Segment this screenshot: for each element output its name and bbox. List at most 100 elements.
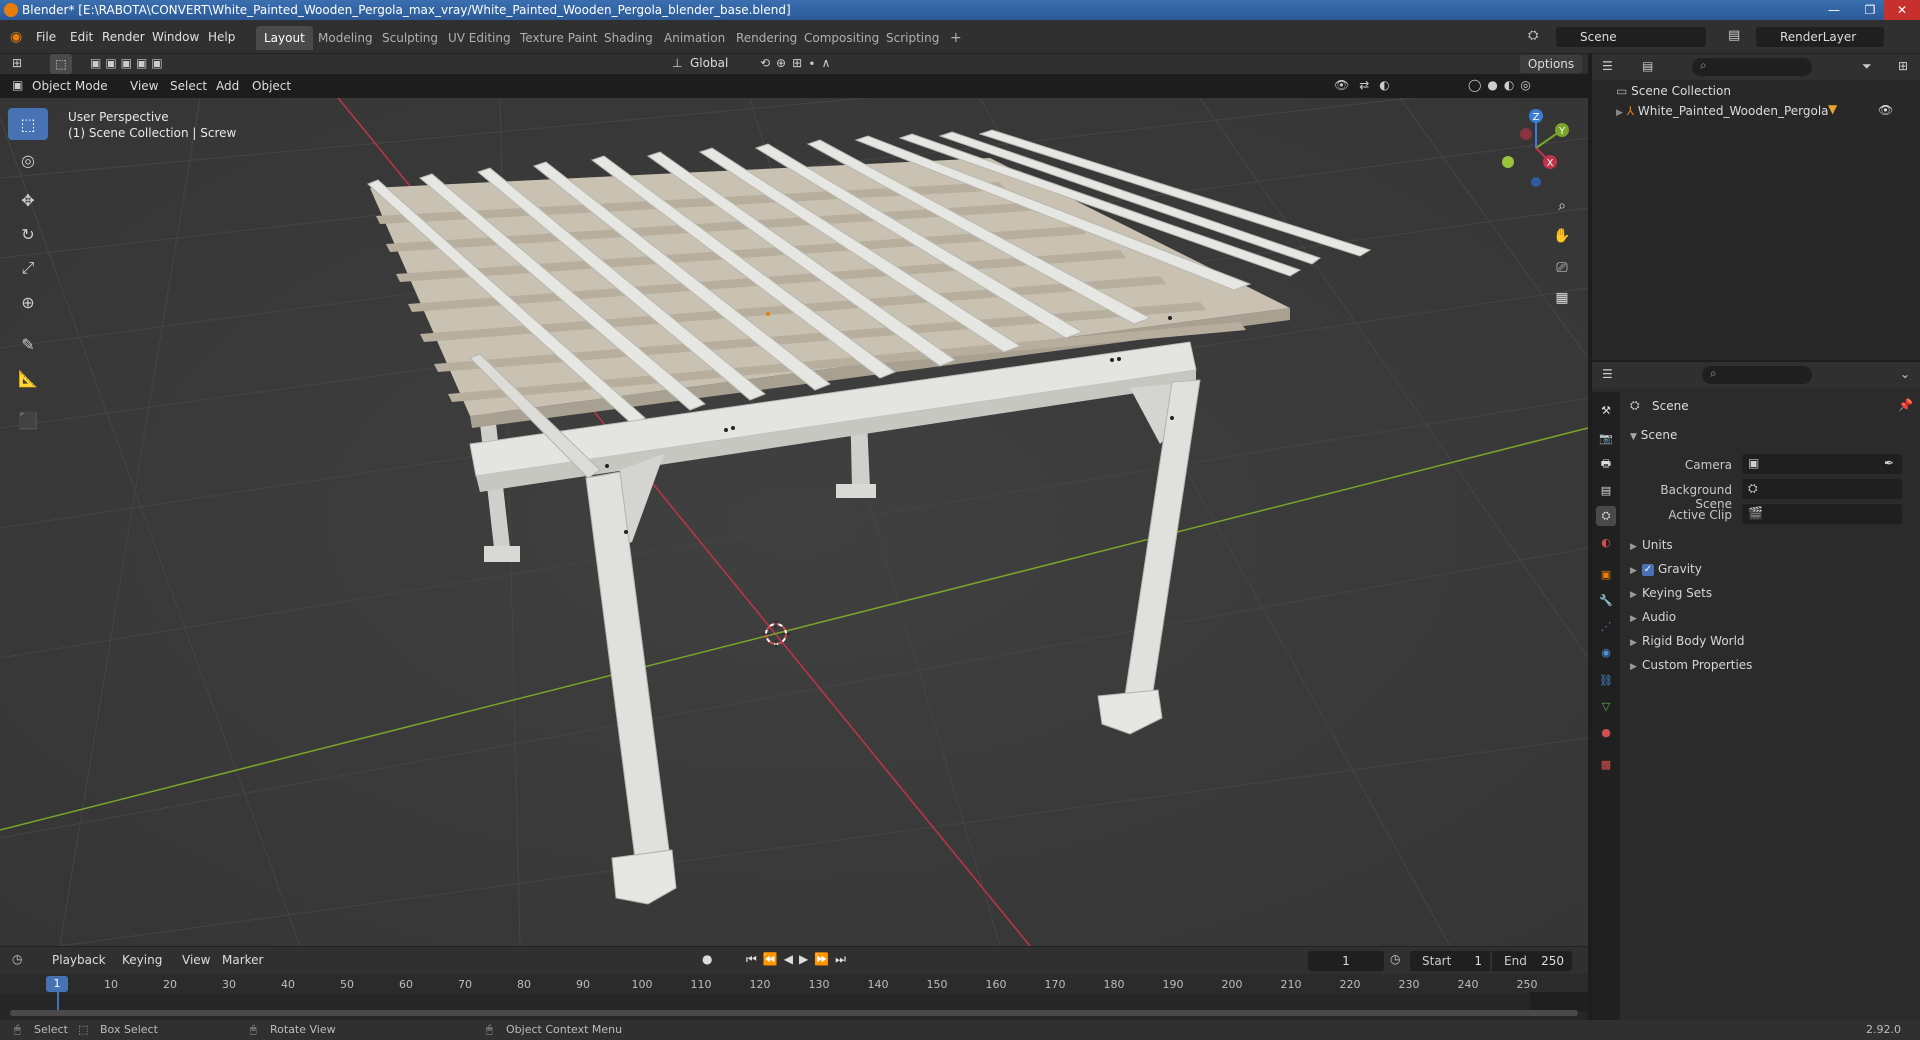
3d-viewport[interactable]: User Perspective (1) Scene Collection | … [0, 98, 1588, 946]
current-frame-marker[interactable]: 1 [46, 976, 68, 992]
modifier-tab-icon[interactable]: 🔧 [1596, 590, 1616, 610]
outliner-item-pergola[interactable]: ▶ ⅄ White_Painted_Wooden_Pergola ▼ 👁 [1616, 102, 1916, 118]
menu-render[interactable]: Render [102, 28, 145, 46]
close-button[interactable]: ✕ [1884, 0, 1920, 20]
menu-help[interactable]: Help [208, 28, 235, 46]
view-layer-tab-icon[interactable]: ▤ [1596, 480, 1616, 500]
background-scene-field[interactable] [1742, 479, 1902, 499]
tool-tab-icon[interactable]: ⚒ [1596, 400, 1616, 420]
menu-keying[interactable]: Keying [122, 953, 162, 967]
current-frame-field[interactable]: 1 [1308, 951, 1384, 971]
move-tool-icon[interactable]: ✥ [8, 184, 48, 216]
measure-tool-icon[interactable]: 📐 [8, 362, 48, 394]
expand-triangle-icon[interactable]: ▶ [1616, 108, 1623, 118]
overlay-icons[interactable]: 👁⇄◐ [1334, 78, 1400, 92]
menu-playback[interactable]: Playback [52, 953, 106, 967]
menu-edit[interactable]: Edit [70, 28, 93, 46]
object-tab-icon[interactable]: ▣ [1596, 564, 1616, 584]
scale-tool-icon[interactable]: ⤢ [8, 252, 48, 284]
camera-view-icon[interactable]: ⎚ [1548, 254, 1576, 282]
blender-menu-icon[interactable]: ◉ [10, 28, 22, 46]
selection-mode-icons[interactable]: ▣▣▣▣▣ [90, 56, 167, 70]
zoom-icon[interactable]: ⌕ [1548, 192, 1576, 220]
tab-texture-paint[interactable]: Texture Paint [512, 26, 605, 50]
pan-hand-icon[interactable]: ✋ [1548, 222, 1576, 250]
maximize-button[interactable]: ❐ [1852, 0, 1888, 20]
tab-layout[interactable]: Layout [256, 26, 313, 50]
tab-compositing[interactable]: Compositing [796, 26, 887, 50]
scene-icon[interactable]: ⛭ [1528, 28, 1538, 43]
mode-dropdown[interactable]: Object Mode [32, 79, 108, 93]
record-icon[interactable]: ● [702, 952, 712, 966]
active-clip-field[interactable] [1742, 504, 1902, 524]
panel-units[interactable]: ▶ Units [1630, 538, 1673, 552]
tab-shading[interactable]: Shading [596, 26, 661, 50]
scene-section-header[interactable]: ▼ Scene [1630, 428, 1677, 442]
panel-custom-properties[interactable]: ▶ Custom Properties [1630, 658, 1752, 672]
outliner-search-input[interactable]: ⌕ [1692, 58, 1812, 76]
tab-modeling[interactable]: Modeling [310, 26, 381, 50]
menu-view[interactable]: View [130, 79, 158, 93]
menu-add[interactable]: Add [216, 79, 239, 93]
display-mode-icon[interactable]: ▤ [1642, 59, 1653, 73]
output-tab-icon[interactable]: 🖶 [1596, 454, 1616, 474]
shading-mode-icons[interactable]: ◯●◐◎ [1468, 78, 1537, 92]
gravity-checkbox[interactable]: ✓ [1642, 563, 1654, 576]
rotate-tool-icon[interactable]: ↻ [8, 218, 48, 250]
properties-editor-icon[interactable]: ☰ [1602, 367, 1613, 381]
tab-animation[interactable]: Animation [656, 26, 733, 50]
texture-tab-icon[interactable]: ▩ [1596, 754, 1616, 774]
add-workspace-button[interactable]: + [942, 26, 970, 50]
options-dropdown[interactable]: Options [1520, 55, 1582, 73]
menu-timeline-view[interactable]: View [182, 953, 210, 967]
outliner-scene-collection[interactable]: ▭ Scene Collection [1616, 84, 1731, 98]
minimize-button[interactable]: — [1816, 0, 1852, 20]
renderlayer-selector[interactable]: RenderLayer [1756, 27, 1884, 47]
visibility-eye-icon[interactable]: 👁 [1878, 103, 1893, 117]
panel-keying-sets[interactable]: ▶ Keying Sets [1630, 586, 1712, 600]
start-frame-field[interactable]: Start 1 [1410, 951, 1490, 971]
scene-tab-icon[interactable]: ⛭ [1596, 506, 1616, 526]
end-frame-field[interactable]: End 250 [1492, 951, 1572, 971]
menu-file[interactable]: File [36, 28, 56, 46]
panel-audio[interactable]: ▶ Audio [1630, 610, 1676, 624]
menu-marker[interactable]: Marker [222, 953, 263, 967]
modifier-icon[interactable]: ▼ [1828, 102, 1837, 116]
view-layer-icon[interactable]: ▤ [1728, 28, 1740, 43]
data-tab-icon[interactable]: ▽ [1596, 696, 1616, 716]
new-collection-icon[interactable]: ⊞ [1898, 59, 1908, 73]
menu-select[interactable]: Select [170, 79, 207, 93]
transform-tool-icon[interactable]: ⊕ [8, 286, 48, 318]
panel-gravity[interactable]: ▶ ✓ Gravity [1630, 562, 1702, 576]
tab-uv-editing[interactable]: UV Editing [440, 26, 519, 50]
filter-icon[interactable]: ⏷ [1862, 59, 1872, 74]
properties-options-icon[interactable]: ⌄ [1900, 367, 1910, 381]
timeline-area[interactable]: 1 10 20 30 40 50 60 70 80 90 100 110 120… [0, 974, 1588, 1020]
scene-selector[interactable]: Scene [1556, 27, 1706, 47]
tab-rendering[interactable]: Rendering [728, 26, 805, 50]
menu-window[interactable]: Window [152, 28, 199, 46]
tab-sculpting[interactable]: Sculpting [374, 26, 446, 50]
particles-tab-icon[interactable]: ⋰ [1596, 616, 1616, 636]
menu-object[interactable]: Object [252, 79, 291, 93]
cursor-tool-icon[interactable]: ◎ [8, 144, 48, 176]
tab-scripting[interactable]: Scripting [878, 26, 947, 50]
constraints-tab-icon[interactable]: ⛓ [1596, 670, 1616, 690]
orientation-dropdown[interactable]: Global [690, 56, 728, 70]
pin-icon[interactable]: 📌 [1898, 398, 1913, 412]
frame-ruler[interactable]: 1 10 20 30 40 50 60 70 80 90 100 110 120… [0, 974, 1588, 994]
snap-pivot-icons[interactable]: ⟲⊕⊞∙∧ [760, 56, 836, 70]
physics-tab-icon[interactable]: ◉ [1596, 642, 1616, 662]
outliner-editor-icon[interactable]: ☰ [1602, 59, 1613, 73]
navigation-gizmo[interactable]: Z Y X [1488, 104, 1578, 194]
timeline-editor-icon[interactable]: ◷ [12, 952, 22, 966]
eyedropper-icon[interactable]: ✒ [1884, 456, 1894, 470]
playback-controls-icons[interactable]: ⏮⏪◀▶⏩⏭ [746, 952, 852, 967]
ortho-grid-icon[interactable]: ▦ [1548, 284, 1576, 312]
editor-type-icon[interactable]: ⊞ [12, 56, 22, 70]
add-cube-tool-icon[interactable]: ⬛ [8, 404, 48, 436]
timeline-scrollbar[interactable] [10, 1010, 1578, 1016]
annotate-tool-icon[interactable]: ✎ [8, 328, 48, 360]
render-tab-icon[interactable]: 📷 [1596, 428, 1616, 448]
properties-search-input[interactable]: ⌕ [1702, 366, 1812, 384]
